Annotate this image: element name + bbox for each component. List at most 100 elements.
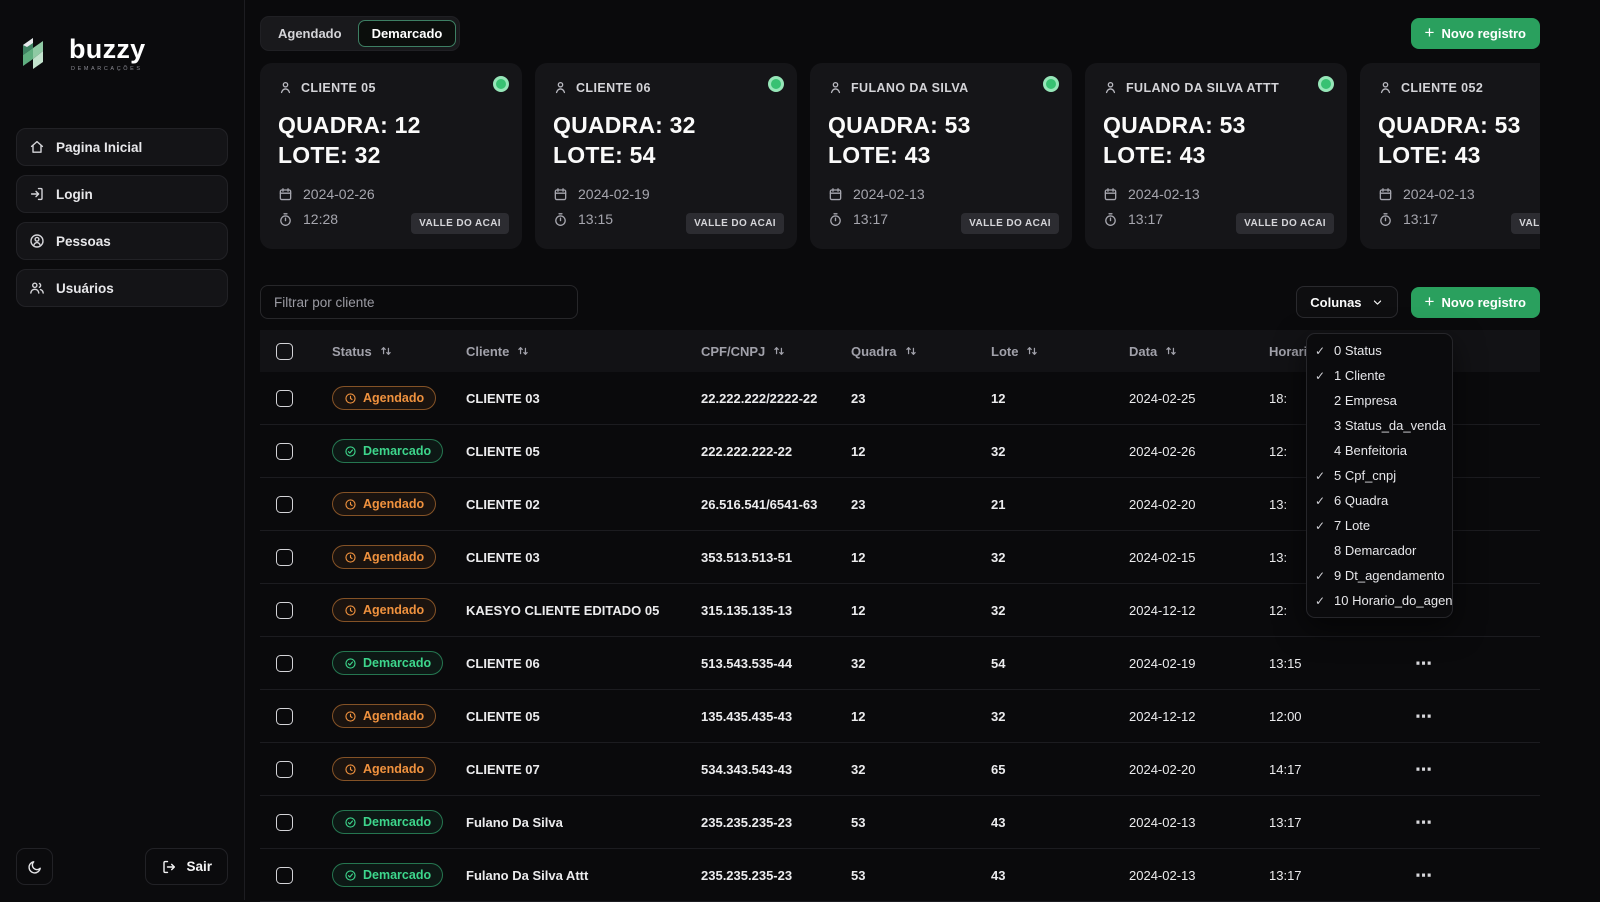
cell-cpf-cnpj: 235.235.235-23 [693, 815, 843, 830]
table-row: AgendadoCLIENTE 07534.343.543-4332652024… [260, 743, 1540, 796]
col-header-quadra[interactable]: Quadra [843, 344, 983, 359]
row-actions-button[interactable]: ⋯ [1415, 814, 1433, 831]
new-record-button-top[interactable]: + Novo registro [1411, 18, 1540, 49]
clock-badge-icon [344, 604, 357, 617]
card-time: 12:28 [303, 211, 338, 227]
cell-quadra: 53 [843, 815, 983, 830]
col-header-cliente[interactable]: Cliente [458, 344, 693, 359]
row-checkbox[interactable] [276, 867, 293, 884]
status-badge-label: Demarcado [363, 656, 431, 670]
clock-badge-icon [344, 498, 357, 511]
row-actions-button[interactable]: ⋯ [1415, 867, 1433, 884]
card-quadra: QUADRA: 53 [828, 112, 1054, 139]
sidebar-item-label: Pagina Inicial [56, 140, 142, 155]
row-checkbox[interactable] [276, 443, 293, 460]
tab-agendado[interactable]: Agendado [264, 20, 356, 47]
row-checkbox[interactable] [276, 496, 293, 513]
cell-cliente: CLIENTE 03 [458, 391, 693, 406]
row-actions-button[interactable]: ⋯ [1415, 708, 1433, 725]
clock-badge-icon [344, 710, 357, 723]
card-quadra: QUADRA: 32 [553, 112, 779, 139]
sidebar-item-pagina-inicial[interactable]: Pagina Inicial [16, 128, 228, 166]
status-badge-label: Agendado [363, 709, 424, 723]
col-header-label: Lote [991, 344, 1018, 359]
moon-icon [27, 859, 43, 875]
calendar-icon [553, 187, 568, 202]
col-header-lote[interactable]: Lote [983, 344, 1121, 359]
card-date: 2024-02-13 [853, 186, 925, 202]
columns-menu-item-3-status-da-venda[interactable]: 3 Status_da_venda [1311, 413, 1452, 438]
logout-icon [161, 859, 177, 875]
sidebar-item-label: Login [56, 187, 93, 202]
columns-menu-item-label: 6 Quadra [1334, 493, 1388, 508]
row-checkbox[interactable] [276, 602, 293, 619]
card-date: 2024-02-19 [578, 186, 650, 202]
plus-icon: + [1425, 293, 1435, 310]
appointment-card: FULANO DA SILVAQUADRA: 53LOTE: 432024-02… [810, 63, 1072, 249]
table-row: DemarcadoFulano Da Silva Attt235.235.235… [260, 849, 1540, 902]
columns-menu-item-label: 9 Dt_agendamento [1334, 568, 1445, 583]
col-header-data[interactable]: Data [1121, 344, 1269, 359]
location-badge: VALLE DO ACAI [411, 213, 509, 234]
home-icon [29, 139, 45, 155]
login-icon [29, 186, 45, 202]
sort-icon [904, 344, 918, 358]
card-date: 2024-02-26 [303, 186, 375, 202]
col-header-label: Cliente [466, 344, 509, 359]
cell-hora: 14:17 [1269, 762, 1379, 777]
col-header-label: Status [332, 344, 372, 359]
columns-menu-item-8-demarcador[interactable]: 8 Demarcador [1311, 538, 1452, 563]
cell-quadra: 12 [843, 550, 983, 565]
columns-menu-item-7-lote[interactable]: ✓7 Lote [1311, 513, 1452, 538]
tab-demarcado[interactable]: Demarcado [358, 20, 457, 47]
status-badge-label: Agendado [363, 762, 424, 776]
select-all-checkbox[interactable] [276, 343, 293, 360]
sidebar-item-pessoas[interactable]: Pessoas [16, 222, 228, 260]
users-icon [29, 280, 45, 296]
columns-menu-item-9-dt-agendamento[interactable]: ✓9 Dt_agendamento [1311, 563, 1452, 588]
new-record-button[interactable]: + Novo registro [1411, 287, 1540, 318]
row-checkbox[interactable] [276, 655, 293, 672]
row-checkbox[interactable] [276, 549, 293, 566]
columns-menu-item-0-status[interactable]: ✓0 Status [1311, 338, 1452, 363]
columns-menu-item-2-empresa[interactable]: 2 Empresa [1311, 388, 1452, 413]
card-date: 2024-02-13 [1403, 186, 1475, 202]
columns-menu-item-6-quadra[interactable]: ✓6 Quadra [1311, 488, 1452, 513]
user-icon [553, 80, 568, 95]
columns-menu-item-10-horario-do-agen[interactable]: ✓10 Horario_do_agen [1311, 588, 1452, 613]
sidebar-item-login[interactable]: Login [16, 175, 228, 213]
appointment-card: CLIENTE 052QUADRA: 53LOTE: 432024-02-131… [1360, 63, 1540, 249]
row-checkbox[interactable] [276, 390, 293, 407]
status-badge: Agendado [332, 757, 436, 781]
card-time: 13:17 [1128, 211, 1163, 227]
location-badge: VALLE DO ACAI [1236, 213, 1334, 234]
user-icon [1103, 80, 1118, 95]
row-checkbox[interactable] [276, 814, 293, 831]
columns-menu-item-1-cliente[interactable]: ✓1 Cliente [1311, 363, 1452, 388]
columns-menu-item-5-cpf-cnpj[interactable]: ✓5 Cpf_cnpj [1311, 463, 1452, 488]
col-header-status[interactable]: Status [308, 344, 458, 359]
columns-menu-item-label: 5 Cpf_cnpj [1334, 468, 1396, 483]
cell-lote: 32 [983, 550, 1121, 565]
check-circle-icon [344, 869, 357, 882]
new-record-label: Novo registro [1441, 26, 1526, 41]
logout-label: Sair [186, 859, 212, 874]
timer-icon [1378, 212, 1393, 227]
row-checkbox[interactable] [276, 761, 293, 778]
cell-cliente: KAESYO CLIENTE EDITADO 05 [458, 603, 693, 618]
filter-input[interactable] [260, 285, 578, 319]
sidebar-item-usu-rios[interactable]: Usuários [16, 269, 228, 307]
row-checkbox[interactable] [276, 708, 293, 725]
row-actions-button[interactable]: ⋯ [1415, 761, 1433, 778]
cell-hora: 13:15 [1269, 656, 1379, 671]
col-header-cpf-cnpj[interactable]: CPF/CNPJ [693, 344, 843, 359]
row-actions-button[interactable]: ⋯ [1415, 655, 1433, 672]
columns-menu-item-4-benfeitoria[interactable]: 4 Benfeitoria [1311, 438, 1452, 463]
theme-toggle-button[interactable] [16, 848, 53, 885]
columns-button[interactable]: Colunas [1296, 286, 1397, 318]
cell-cpf-cnpj: 135.435.435-43 [693, 709, 843, 724]
cell-data: 2024-02-13 [1121, 815, 1269, 830]
logout-button[interactable]: Sair [145, 848, 228, 885]
location-badge: VALLE DO ACAI [1511, 213, 1540, 234]
topbar: AgendadoDemarcado + Novo registro [260, 16, 1540, 50]
